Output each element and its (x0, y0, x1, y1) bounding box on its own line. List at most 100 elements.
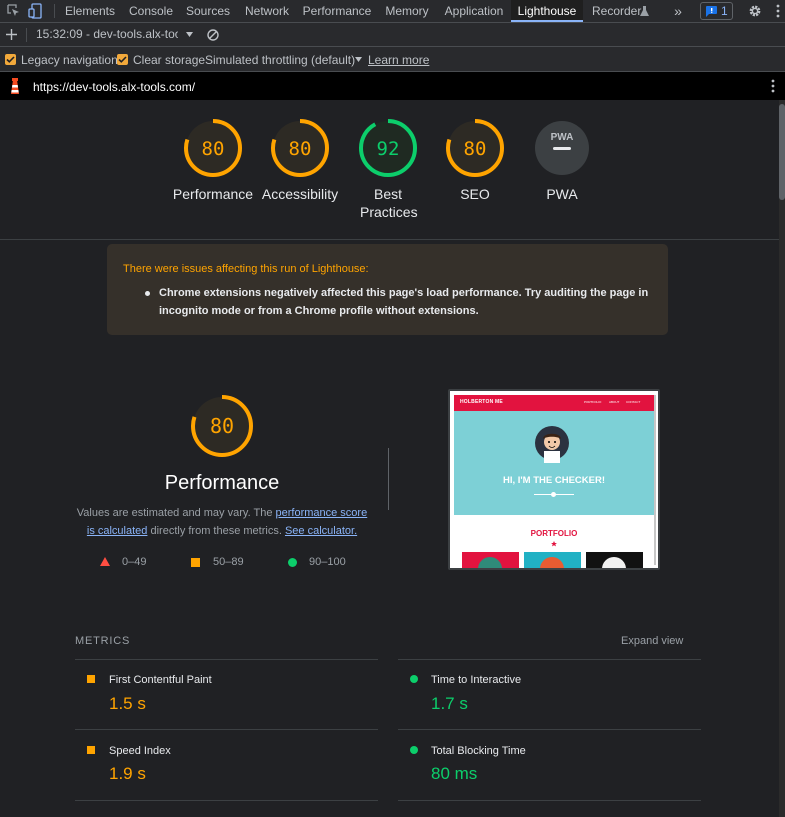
plus-icon[interactable] (6, 29, 17, 40)
description-text: Values are estimated and may vary. The (76, 507, 276, 519)
gauges-divider (0, 239, 779, 240)
device-toolbar-icon[interactable] (28, 3, 42, 19)
tab-application[interactable]: Application (440, 0, 508, 22)
more-tabs-button[interactable]: » (666, 0, 690, 22)
learn-more-link[interactable]: Learn more (368, 53, 429, 67)
toolbar-divider (26, 28, 27, 42)
final-screenshot[interactable]: HOLBERTON ME PORTFOLIO ABOUT CONTACT HI,… (448, 389, 660, 570)
metric-name: Speed Index (109, 745, 171, 757)
report-selector-bar: 15:32:09 - dev-tools.alx-tools.c (0, 23, 785, 47)
runtime-warning-box: There were issues affecting this run of … (107, 244, 668, 335)
pass-circle-icon (410, 675, 418, 683)
portfolio-card (524, 552, 581, 568)
site-nav-contact: CONTACT (626, 400, 641, 404)
settings-gear-icon[interactable] (748, 4, 762, 18)
metric-value: 1.5 s (109, 694, 146, 713)
legacy-navigation-checkbox[interactable] (5, 54, 16, 65)
pass-circle-icon (410, 746, 418, 754)
average-square-icon (87, 746, 95, 754)
issue-message-icon (706, 6, 717, 17)
tab-elements[interactable]: Elements (60, 0, 120, 22)
star-icon (551, 541, 557, 547)
warning-bullet (145, 291, 150, 296)
legacy-navigation-label: Legacy navigation (21, 53, 118, 67)
chevron-down-icon[interactable] (355, 57, 362, 62)
site-hero-title: HI, I'M THE CHECKER! (502, 475, 605, 486)
legend-fail-range: 0–49 (122, 556, 147, 568)
legend-average-range: 50–89 (213, 556, 244, 568)
gauge-pwa[interactable]: PWA (532, 118, 592, 178)
description-text: directly from these metrics. (147, 525, 285, 537)
report-url: https://dev-tools.alx-tools.com/ (33, 80, 196, 94)
tab-memory[interactable]: Memory (380, 0, 434, 22)
warning-item: Chrome extensions negatively affected th… (159, 287, 649, 317)
tab-console[interactable]: Console (122, 0, 180, 22)
pass-circle-icon (288, 558, 297, 567)
toolbar-divider (54, 4, 55, 18)
inspect-element-icon[interactable] (7, 4, 20, 18)
portfolio-card (586, 552, 643, 568)
clear-storage-checkbox[interactable] (117, 54, 128, 65)
thumbnail-scrollbar (654, 395, 656, 565)
gauge-label-seo: SEO (460, 186, 490, 202)
performance-gauge-score: 80 (210, 414, 234, 438)
average-square-icon (191, 558, 200, 567)
site-hero: HI, I'M THE CHECKER! (454, 411, 654, 515)
metric-value: 80 ms (431, 764, 478, 783)
metrics-divider (398, 729, 701, 730)
metric-name: Total Blocking Time (431, 745, 526, 757)
gauge-best-practices[interactable]: 92 (358, 118, 418, 178)
tab-performance[interactable]: Performance (298, 0, 376, 22)
gauge-performance[interactable]: 80 (183, 118, 243, 178)
metrics-divider (75, 800, 378, 801)
report-menu-icon[interactable] (771, 79, 775, 93)
experiment-flask-icon (640, 6, 649, 16)
gauge-score: 80 (202, 138, 225, 160)
site-nav-portfolio: PORTFOLIO (584, 400, 602, 404)
report-select[interactable]: 15:32:09 - dev-tools.alx-tools.c (36, 23, 196, 46)
site-nav-about: ABOUT (609, 400, 620, 404)
hero-divider-dot (551, 492, 556, 497)
clear-report-icon[interactable] (207, 29, 219, 41)
tab-recorder[interactable]: Recorder (587, 0, 641, 22)
report-scrollbar-thumb[interactable] (779, 104, 785, 200)
performance-gauge[interactable]: 80 (188, 392, 256, 460)
report-scrollbar[interactable] (779, 100, 785, 817)
gauge-accessibility[interactable]: 80 (270, 118, 330, 178)
gauge-label-accessibility: Accessibility (261, 186, 339, 202)
issues-badge[interactable]: 1 (700, 2, 733, 20)
performance-description: Values are estimated and may vary. The p… (74, 504, 370, 540)
metrics-divider (75, 659, 378, 660)
avatar-illustration (535, 426, 569, 463)
fail-triangle-icon (100, 557, 110, 566)
gauge-score: 92 (377, 138, 400, 160)
report-url-bar: https://dev-tools.alx-tools.com/ (0, 72, 785, 100)
metric-value: 1.7 s (431, 694, 468, 713)
more-options-icon[interactable] (776, 4, 780, 18)
clear-storage-label: Clear storage (133, 53, 206, 67)
average-square-icon (87, 675, 95, 683)
report-select-value: 15:32:09 - dev-tools.alx-tools.c (36, 27, 178, 41)
tab-network[interactable]: Network (239, 0, 295, 22)
issues-count: 1 (721, 4, 728, 18)
see-calculator-link[interactable]: See calculator. (285, 525, 357, 537)
metrics-heading: METRICS (75, 635, 131, 647)
metrics-divider (398, 659, 701, 660)
legend-pass-range: 90–100 (309, 556, 346, 568)
pwa-badge-text: PWA (551, 132, 574, 143)
lighthouse-report: 80 Performance 80 Accessibility 92 Best Pract… (0, 100, 779, 817)
site-name: HOLBERTON ME (460, 399, 503, 405)
gauge-label-best-practices: Best Practices (360, 186, 418, 220)
site-header: HOLBERTON ME PORTFOLIO ABOUT CONTACT (454, 395, 654, 411)
tab-sources[interactable]: Sources (181, 0, 235, 22)
chevron-down-icon (186, 32, 193, 37)
expand-view-button[interactable]: Expand view (621, 635, 683, 647)
devtools-tab-bar: Elements Console Sources Network Perform… (0, 0, 785, 23)
tab-lighthouse[interactable]: Lighthouse (511, 0, 583, 22)
gauge-label-performance: Performance (172, 186, 254, 202)
metric-name: Time to Interactive (431, 674, 522, 686)
throttling-status: Simulated throttling (default) (205, 53, 356, 67)
vertical-divider (388, 448, 389, 510)
performance-title: Performance (164, 472, 280, 494)
gauge-seo[interactable]: 80 (445, 118, 505, 178)
